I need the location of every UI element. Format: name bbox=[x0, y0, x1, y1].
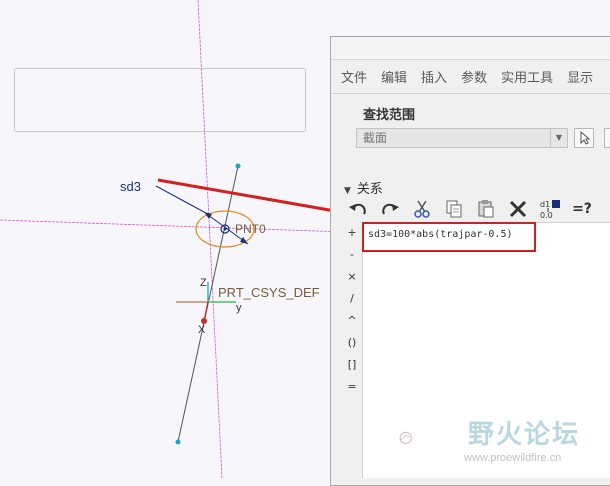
operator-multiply-button[interactable]: × bbox=[344, 266, 360, 288]
svg-text:d1: d1 bbox=[540, 200, 550, 209]
cut-icon bbox=[414, 200, 430, 218]
watermark-title: 野火论坛 bbox=[468, 420, 581, 450]
menu-display[interactable]: 显示 bbox=[567, 67, 593, 86]
menu-bar: 文件 编辑 插入 参数 实用工具 显示 bbox=[331, 61, 610, 91]
pnt0-label[interactable]: PNT0 bbox=[235, 222, 266, 236]
operator-plus-button[interactable]: + bbox=[344, 222, 360, 244]
collapse-triangle-icon: ▼ bbox=[344, 186, 351, 196]
menu-separator bbox=[331, 93, 610, 94]
watermark-url: www.proewildfire.cn bbox=[464, 452, 562, 464]
menu-insert[interactable]: 插入 bbox=[421, 67, 447, 86]
operator-parentheses-button[interactable]: () bbox=[344, 332, 360, 354]
redo-icon bbox=[382, 203, 399, 215]
copy-icon bbox=[446, 200, 462, 218]
operator-column: + - × / ^ () [] = bbox=[344, 222, 360, 398]
undo-icon bbox=[349, 203, 366, 215]
verify-button[interactable]: =? bbox=[570, 197, 594, 221]
csys-axis-z-label: Z bbox=[200, 277, 207, 289]
operator-brackets-button[interactable]: [] bbox=[344, 354, 360, 376]
paste-button[interactable] bbox=[474, 197, 498, 221]
scope-extra-button[interactable] bbox=[604, 128, 610, 148]
relations-label: 关系 bbox=[356, 182, 383, 197]
svg-text:0.0: 0.0 bbox=[540, 211, 553, 220]
relation-text-line[interactable]: sd3=100*abs(trajpar-0.5) bbox=[362, 222, 536, 252]
operator-divide-button[interactable]: / bbox=[344, 288, 360, 310]
csys-axis-x-label: X bbox=[198, 324, 206, 336]
datum-line-horizontal bbox=[0, 219, 346, 233]
delete-icon bbox=[509, 200, 527, 218]
csys-axis-y-label: y bbox=[236, 302, 242, 314]
operator-equals-button[interactable]: = bbox=[344, 376, 360, 398]
operator-power-button[interactable]: ^ bbox=[344, 310, 360, 332]
trajectory-start-point[interactable] bbox=[235, 163, 241, 169]
csys-label[interactable]: PRT_CSYS_DEF bbox=[218, 285, 320, 300]
dialog-titlebar[interactable] bbox=[331, 37, 610, 60]
menu-utilities[interactable]: 实用工具 bbox=[501, 67, 553, 86]
sd3-dimension-leader bbox=[155, 185, 205, 213]
relations-toolbar: d1 0.0 =? bbox=[346, 196, 594, 222]
trajectory-end-point[interactable] bbox=[175, 439, 181, 445]
relations-section-header[interactable]: ▼ 关系 bbox=[344, 178, 383, 197]
menu-parameters[interactable]: 参数 bbox=[461, 67, 487, 86]
redo-button[interactable] bbox=[378, 197, 402, 221]
search-scope-group bbox=[14, 68, 306, 132]
chevron-down-icon: ▼ bbox=[550, 129, 567, 147]
menu-file[interactable]: 文件 bbox=[341, 67, 367, 86]
sort-button[interactable]: d1 0.0 bbox=[538, 197, 562, 221]
operator-minus-button[interactable]: - bbox=[344, 244, 360, 266]
pick-button[interactable] bbox=[574, 128, 594, 148]
menu-edit[interactable]: 编辑 bbox=[381, 67, 407, 86]
paste-icon bbox=[478, 200, 494, 218]
verify-icon: =? bbox=[572, 201, 592, 217]
search-scope-title: 查找范围 bbox=[360, 104, 419, 123]
watermark-logo bbox=[399, 431, 412, 445]
delete-button[interactable] bbox=[506, 197, 530, 221]
search-scope-selected: 截面 bbox=[363, 131, 388, 145]
pointer-icon bbox=[580, 130, 591, 145]
sd3-dimension-label[interactable]: sd3 bbox=[120, 179, 141, 194]
annotation-arrow-shaft bbox=[157, 178, 353, 216]
pnt0-point-center bbox=[223, 227, 227, 231]
search-scope-select[interactable]: 截面 ▼ bbox=[356, 128, 568, 148]
undo-button[interactable] bbox=[346, 197, 370, 221]
cut-button[interactable] bbox=[410, 197, 434, 221]
sort-icon: d10.0 bbox=[540, 200, 560, 220]
copy-button[interactable] bbox=[442, 197, 466, 221]
